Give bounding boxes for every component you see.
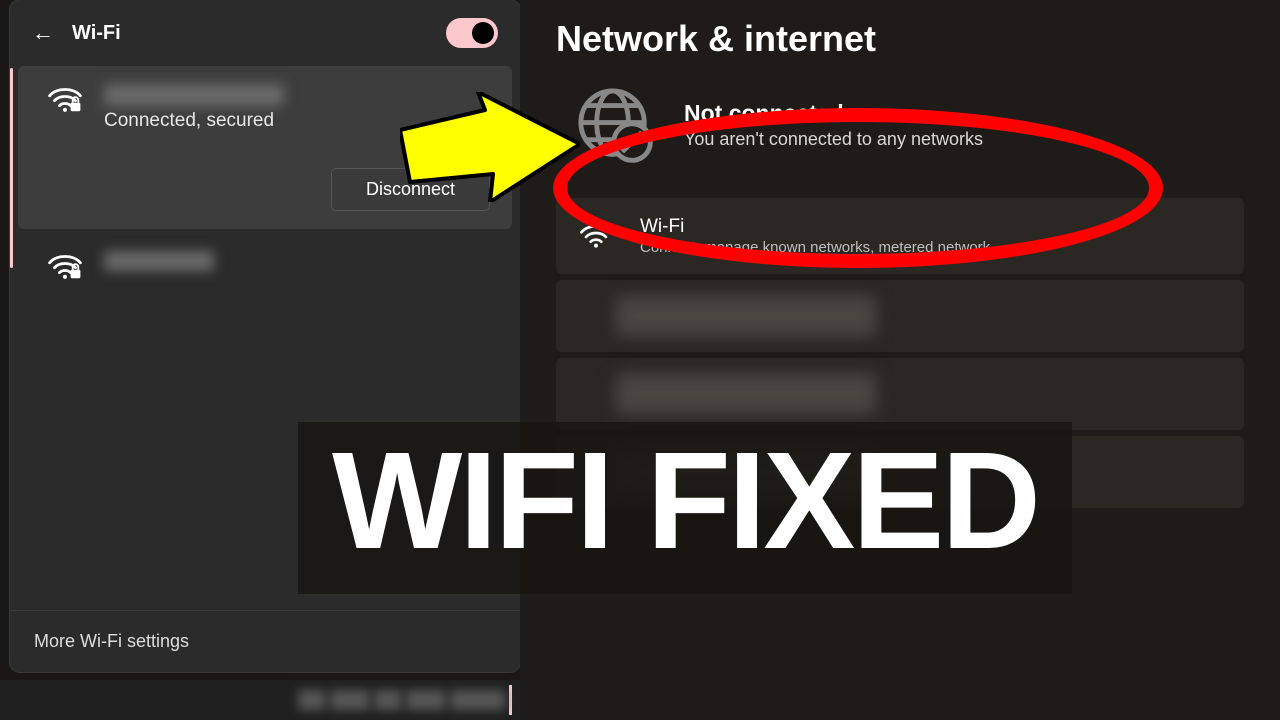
flyout-header: ← Wi-Fi xyxy=(10,0,520,62)
settings-card-blurred[interactable] xyxy=(556,280,1244,352)
taskbar-item-blurred xyxy=(374,690,402,710)
settings-page: Network & internet Not connected You are… xyxy=(520,0,1280,720)
taskbar-item-blurred xyxy=(330,690,370,710)
flyout-title: Wi-Fi xyxy=(72,22,121,45)
taskbar-item-blurred xyxy=(298,690,326,710)
taskbar-accent-edge xyxy=(509,685,512,715)
network-item[interactable] xyxy=(18,233,512,299)
wifi-toggle[interactable] xyxy=(446,18,498,48)
wifi-card-text: Wi-Fi Connect, manage known networks, me… xyxy=(640,216,990,256)
taskbar-clock-blurred xyxy=(450,690,505,710)
settings-card-blurred[interactable] xyxy=(556,358,1244,430)
status-title: Not connected xyxy=(684,100,983,127)
globe-disconnected-icon xyxy=(576,86,654,164)
taskbar xyxy=(0,680,520,720)
network-text xyxy=(104,251,490,275)
wifi-secured-icon xyxy=(48,86,82,114)
page-title: Network & internet xyxy=(556,18,1244,60)
status-text: Not connected You aren't connected to an… xyxy=(684,100,983,150)
overlay-headline: WIFI FIXED xyxy=(298,422,1072,594)
network-status: Connected, secured xyxy=(104,110,490,132)
taskbar-item-blurred xyxy=(406,690,446,710)
more-wifi-settings-link[interactable]: More Wi-Fi settings xyxy=(10,610,520,672)
connection-status-row: Not connected You aren't connected to an… xyxy=(576,86,1244,164)
back-arrow-icon[interactable]: ← xyxy=(32,20,54,46)
wifi-card-subtitle: Connect, manage known networks, metered … xyxy=(640,239,990,256)
disconnect-button[interactable]: Disconnect xyxy=(331,168,490,211)
disconnect-row: Disconnect xyxy=(48,168,490,211)
network-ssid-blurred xyxy=(104,251,214,271)
wifi-icon xyxy=(580,223,612,249)
wifi-settings-card[interactable]: Wi-Fi Connect, manage known networks, me… xyxy=(556,198,1244,274)
status-subtitle: You aren't connected to any networks xyxy=(684,129,983,150)
accent-scrollbar xyxy=(10,68,13,268)
network-text: Connected, secured xyxy=(104,84,490,132)
wifi-card-title: Wi-Fi xyxy=(640,216,990,238)
network-item-connected[interactable]: Connected, secured Disconnect xyxy=(18,66,512,229)
network-ssid-blurred xyxy=(104,84,284,106)
wifi-secured-icon xyxy=(48,253,82,281)
